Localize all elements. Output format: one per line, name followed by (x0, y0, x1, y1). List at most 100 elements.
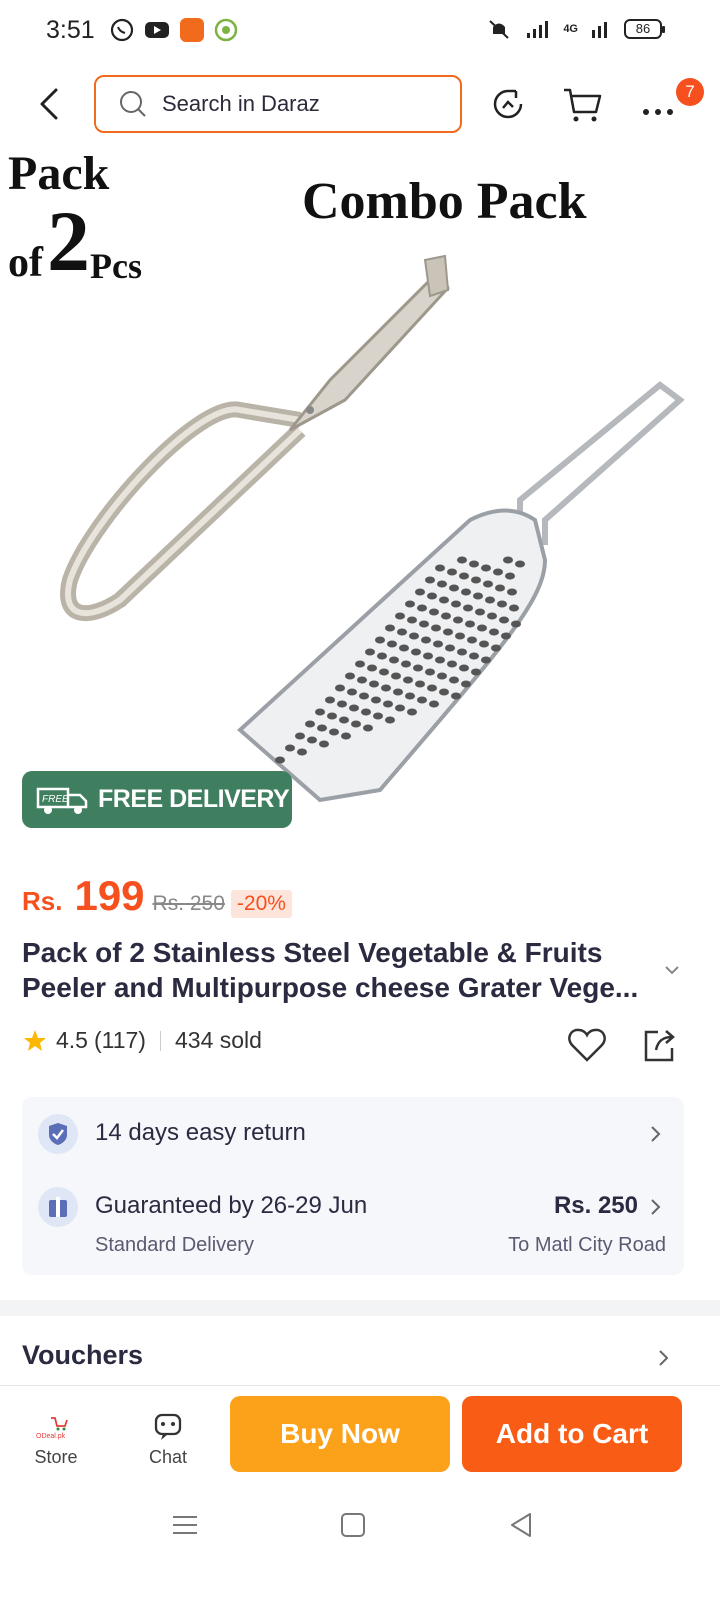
grater-hole (363, 724, 373, 732)
grater-hole (515, 560, 525, 568)
grater-hole (413, 664, 423, 672)
pack-label: Pack of 2 Pcs (8, 150, 142, 286)
wishlist-heart-icon[interactable] (566, 1024, 608, 1066)
vouchers-chevron-icon[interactable] (656, 1348, 670, 1368)
grater-hole (415, 680, 425, 688)
grater-hole (335, 684, 345, 692)
back-arrow-icon[interactable] (30, 84, 70, 124)
product-title[interactable]: Pack of 2 Stainless Steel Vegetable & Fr… (22, 935, 662, 1005)
grater-hole (465, 620, 475, 628)
delivery-guarantee[interactable]: Guaranteed by 26-29 Jun (95, 1192, 367, 1220)
truck-free-text: FREE (42, 794, 69, 805)
grater-hole (327, 712, 337, 720)
grater-hole (495, 584, 505, 592)
grater-hole (387, 640, 397, 648)
share-icon[interactable] (638, 1024, 680, 1066)
grater-hole (471, 576, 481, 584)
chat-tab[interactable]: Chat (128, 1412, 208, 1468)
back-icon[interactable] (508, 1512, 534, 1538)
grater-hole (407, 616, 417, 624)
grater-hole (275, 756, 285, 764)
buy-now-button[interactable]: Buy Now (230, 1396, 450, 1472)
grater-hole (421, 636, 431, 644)
return-chevron-icon[interactable] (648, 1124, 662, 1144)
vouchers-heading[interactable]: Vouchers (22, 1340, 143, 1371)
grater-hole (355, 660, 365, 668)
delivery-truck-icon: FREE (36, 787, 88, 814)
grater-hole (445, 644, 455, 652)
grater-hole (401, 660, 411, 668)
grater-hole (407, 708, 417, 716)
grater-hole (417, 604, 427, 612)
grater-hole (425, 668, 435, 676)
grater-hole (381, 684, 391, 692)
grater-hole (449, 676, 459, 684)
target-app-icon (214, 18, 238, 42)
delivery-box-icon (38, 1187, 78, 1227)
youtube-icon (145, 22, 169, 38)
return-policy[interactable]: 14 days easy return (95, 1119, 306, 1147)
grater-hole (399, 644, 409, 652)
grater-hole (441, 612, 451, 620)
discount-badge: -20% (230, 890, 292, 918)
status-time: 3:51 (46, 16, 95, 44)
home-icon[interactable] (340, 1512, 366, 1538)
expand-chevron-icon[interactable] (662, 960, 682, 980)
whatsapp-icon (110, 18, 134, 42)
grater-hole (395, 612, 405, 620)
grater-hole (359, 692, 369, 700)
history-icon[interactable] (486, 82, 530, 126)
store-tab[interactable]: ODeal.pk Store (16, 1414, 96, 1468)
pack-unit: Pcs (90, 246, 142, 286)
grater-hole (361, 708, 371, 716)
grater-hole (409, 632, 419, 640)
product-image[interactable]: Pack of 2 Pcs Combo Pack (0, 140, 720, 850)
sold-count: 434 sold (174, 1027, 262, 1053)
notification-icons (110, 18, 238, 42)
grater-hole (471, 668, 481, 676)
grater-hole (393, 688, 403, 696)
grater-hole (435, 656, 445, 664)
grater-hole (385, 624, 395, 632)
title-line-2: Peeler and Multipurpose cheese Grater Ve… (22, 972, 639, 1003)
grater-hole (437, 672, 447, 680)
rating-row[interactable]: 4.5 (117) 434 sold (22, 1027, 262, 1054)
grater-hole (317, 724, 327, 732)
store-logo-text: ODeal.pk (36, 1433, 66, 1440)
grater-hole (463, 604, 473, 612)
grater-hole (295, 732, 305, 740)
rating-score: 4.5 (56, 1027, 88, 1053)
grater-hole (395, 704, 405, 712)
grater-hole (499, 616, 509, 624)
delivery-chevron-icon[interactable] (648, 1197, 662, 1217)
original-price: Rs. 250 (152, 892, 225, 915)
grater-hole (423, 652, 433, 660)
grater-hole (305, 720, 315, 728)
grater-hole (297, 748, 307, 756)
grater-hole (447, 660, 457, 668)
delivery-address[interactable]: To Matl City Road (508, 1234, 666, 1257)
grater-hole (439, 688, 449, 696)
grater-hole (443, 628, 453, 636)
grater-hole (485, 596, 495, 604)
menu-icon[interactable] (172, 1512, 198, 1538)
cart-icon[interactable] (560, 82, 604, 126)
grater-hole (427, 592, 437, 600)
grater-hole (411, 648, 421, 656)
grater-hole (425, 576, 435, 584)
grater-hole (493, 568, 503, 576)
pack-line2: of (8, 240, 43, 286)
service-card: 14 days easy return Guaranteed by 26-29 … (22, 1097, 684, 1275)
grater-hole (375, 636, 385, 644)
signal-icon (527, 21, 549, 38)
grater-hole (433, 640, 443, 648)
grater-hole (389, 656, 399, 664)
search-placeholder: Search in Daraz (162, 91, 320, 116)
search-input[interactable]: Search in Daraz (94, 75, 462, 133)
grater-hole (477, 624, 487, 632)
grater-hole (437, 580, 447, 588)
add-to-cart-button[interactable]: Add to Cart (462, 1396, 682, 1472)
grater-hole (453, 616, 463, 624)
grater-hole (435, 564, 445, 572)
grater-hole (285, 744, 295, 752)
